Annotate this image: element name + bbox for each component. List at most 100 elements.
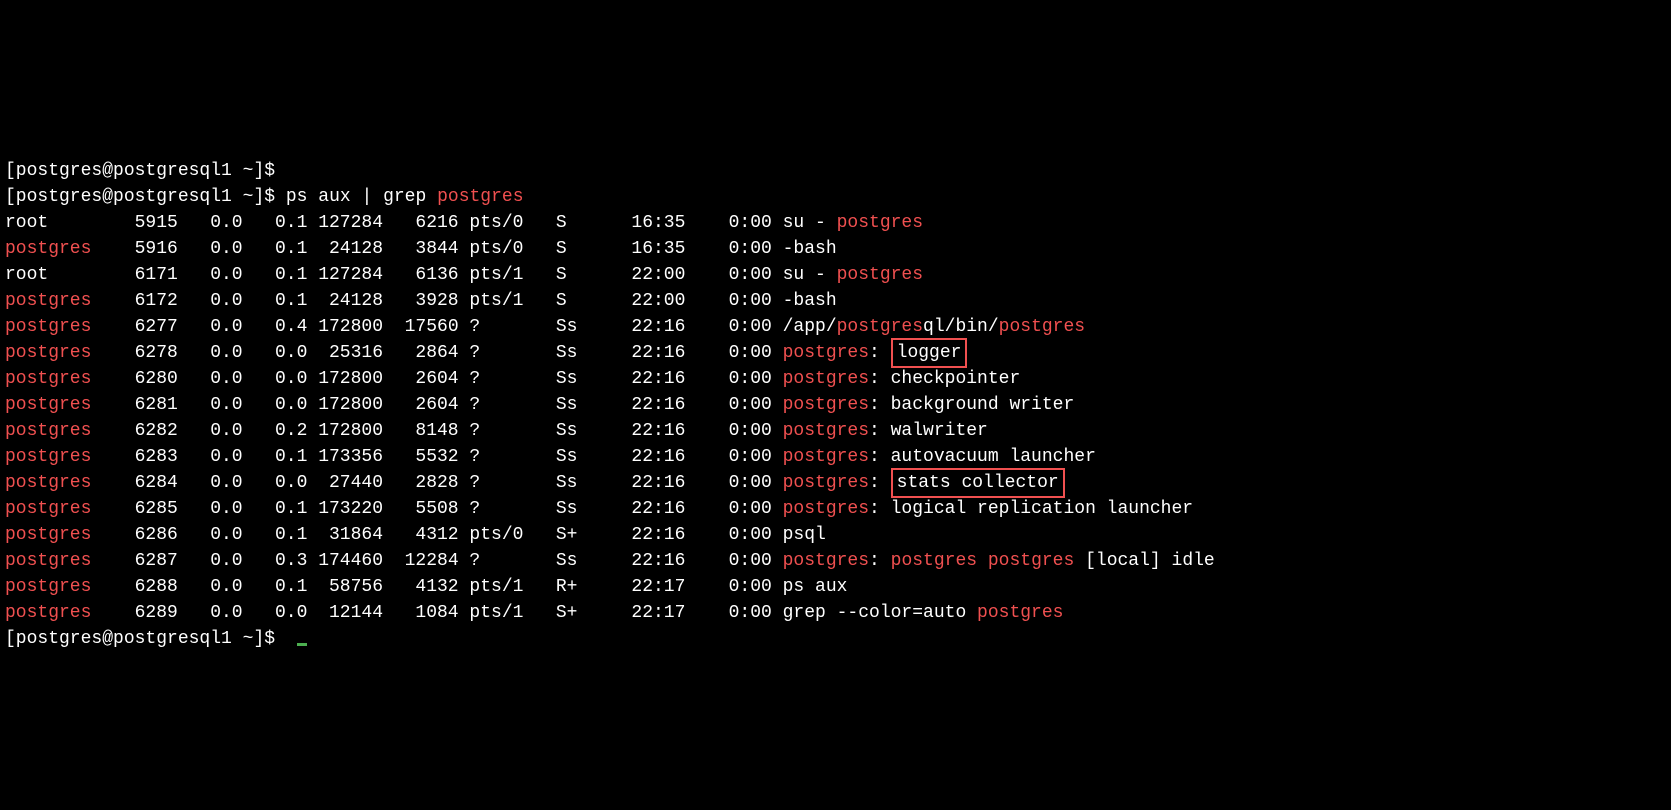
col-mem: 0.0 xyxy=(243,366,308,392)
col-vsz: 173356 xyxy=(307,444,383,470)
col-pid: 6171 xyxy=(102,262,178,288)
process-row: postgres62830.00.11733565532?Ss22:160:00… xyxy=(5,444,1666,470)
col-rss: 6136 xyxy=(383,262,459,288)
col-rss: 6216 xyxy=(383,210,459,236)
col-user: postgres xyxy=(5,444,102,470)
col-vsz: 25316 xyxy=(307,340,383,366)
col-user: postgres xyxy=(5,340,102,366)
col-pid: 6277 xyxy=(102,314,178,340)
col-start: 22:16 xyxy=(631,314,685,340)
col-tty: pts/1 xyxy=(469,600,523,626)
col-user: root xyxy=(5,210,102,236)
col-stat: Ss xyxy=(556,392,610,418)
col-pid: 6286 xyxy=(102,522,178,548)
col-start: 22:16 xyxy=(631,496,685,522)
col-cmd: postgres: postgres postgres [local] idle xyxy=(783,548,1215,574)
col-time: 0:00 xyxy=(729,210,772,236)
col-cmd: ps aux xyxy=(783,574,848,600)
col-start: 16:35 xyxy=(631,210,685,236)
col-cpu: 0.0 xyxy=(178,314,243,340)
col-vsz: 31864 xyxy=(307,522,383,548)
col-mem: 0.1 xyxy=(243,444,308,470)
col-tty: ? xyxy=(469,548,523,574)
col-cmd: postgres: walwriter xyxy=(783,418,988,444)
col-vsz: 172800 xyxy=(307,366,383,392)
col-start: 22:16 xyxy=(631,418,685,444)
col-cmd: grep --color=auto postgres xyxy=(783,600,1064,626)
col-mem: 0.0 xyxy=(243,470,308,496)
col-stat: Ss xyxy=(556,418,610,444)
col-cmd: postgres: autovacuum launcher xyxy=(783,444,1096,470)
process-row: postgres62800.00.01728002604?Ss22:160:00… xyxy=(5,366,1666,392)
col-tty: pts/0 xyxy=(469,210,523,236)
process-row: postgres62770.00.417280017560?Ss22:160:0… xyxy=(5,314,1666,340)
col-start: 16:35 xyxy=(631,236,685,262)
col-rss: 5508 xyxy=(383,496,459,522)
col-vsz: 27440 xyxy=(307,470,383,496)
col-stat: Ss xyxy=(556,314,610,340)
col-user: postgres xyxy=(5,600,102,626)
col-pid: 6172 xyxy=(102,288,178,314)
col-stat: Ss xyxy=(556,548,610,574)
col-user: postgres xyxy=(5,314,102,340)
col-cmd: postgres: logical replication launcher xyxy=(783,496,1193,522)
col-pid: 6289 xyxy=(102,600,178,626)
col-cpu: 0.0 xyxy=(178,600,243,626)
col-rss: 2604 xyxy=(383,392,459,418)
col-start: 22:17 xyxy=(631,574,685,600)
col-cmd: postgres: stats collector xyxy=(783,470,1065,496)
col-time: 0:00 xyxy=(729,600,772,626)
col-tty: ? xyxy=(469,340,523,366)
col-cmd: /app/postgresql/bin/postgres xyxy=(783,314,1085,340)
highlight-box: logger xyxy=(891,338,968,368)
process-row: postgres62850.00.11732205508?Ss22:160:00… xyxy=(5,496,1666,522)
col-vsz: 172800 xyxy=(307,314,383,340)
col-rss: 8148 xyxy=(383,418,459,444)
col-tty: ? xyxy=(469,366,523,392)
col-user: postgres xyxy=(5,548,102,574)
col-mem: 0.1 xyxy=(243,288,308,314)
prompt-text: [postgres@postgresql1 ~]$ xyxy=(5,626,275,652)
col-stat: S+ xyxy=(556,522,610,548)
col-user: postgres xyxy=(5,496,102,522)
prompt-text: [postgres@postgresql1 ~]$ xyxy=(5,184,275,210)
col-pid: 6288 xyxy=(102,574,178,600)
highlight-box: stats collector xyxy=(891,468,1065,498)
col-cmd: su - postgres xyxy=(783,262,923,288)
terminal[interactable]: { "prompt": { "text": "[postgres@postgre… xyxy=(0,52,1671,680)
col-cmd: su - postgres xyxy=(783,210,923,236)
col-pid: 6278 xyxy=(102,340,178,366)
col-time: 0:00 xyxy=(729,340,772,366)
process-row: postgres62820.00.21728008148?Ss22:160:00… xyxy=(5,418,1666,444)
col-tty: pts/1 xyxy=(469,574,523,600)
col-pid: 6287 xyxy=(102,548,178,574)
prompt-line: [postgres@postgresql1 ~]$ ps aux | grep … xyxy=(5,184,1666,210)
process-row: postgres62870.00.317446012284?Ss22:160:0… xyxy=(5,548,1666,574)
col-mem: 0.4 xyxy=(243,314,308,340)
col-cmd: -bash xyxy=(783,236,837,262)
col-mem: 0.1 xyxy=(243,496,308,522)
col-mem: 0.1 xyxy=(243,236,308,262)
col-time: 0:00 xyxy=(729,418,772,444)
command-text: ps aux | grep postgres xyxy=(286,184,524,210)
col-mem: 0.0 xyxy=(243,340,308,366)
col-cpu: 0.0 xyxy=(178,210,243,236)
col-user: postgres xyxy=(5,288,102,314)
col-tty: pts/1 xyxy=(469,262,523,288)
col-vsz: 58756 xyxy=(307,574,383,600)
col-time: 0:00 xyxy=(729,574,772,600)
col-time: 0:00 xyxy=(729,444,772,470)
col-user: postgres xyxy=(5,470,102,496)
col-user: postgres xyxy=(5,236,102,262)
col-cpu: 0.0 xyxy=(178,236,243,262)
col-start: 22:16 xyxy=(631,366,685,392)
col-start: 22:16 xyxy=(631,444,685,470)
cursor xyxy=(297,643,307,646)
col-cmd: postgres: background writer xyxy=(783,392,1075,418)
col-mem: 0.1 xyxy=(243,262,308,288)
col-rss: 3928 xyxy=(383,288,459,314)
col-cpu: 0.0 xyxy=(178,496,243,522)
col-start: 22:16 xyxy=(631,340,685,366)
col-vsz: 24128 xyxy=(307,236,383,262)
col-pid: 5916 xyxy=(102,236,178,262)
